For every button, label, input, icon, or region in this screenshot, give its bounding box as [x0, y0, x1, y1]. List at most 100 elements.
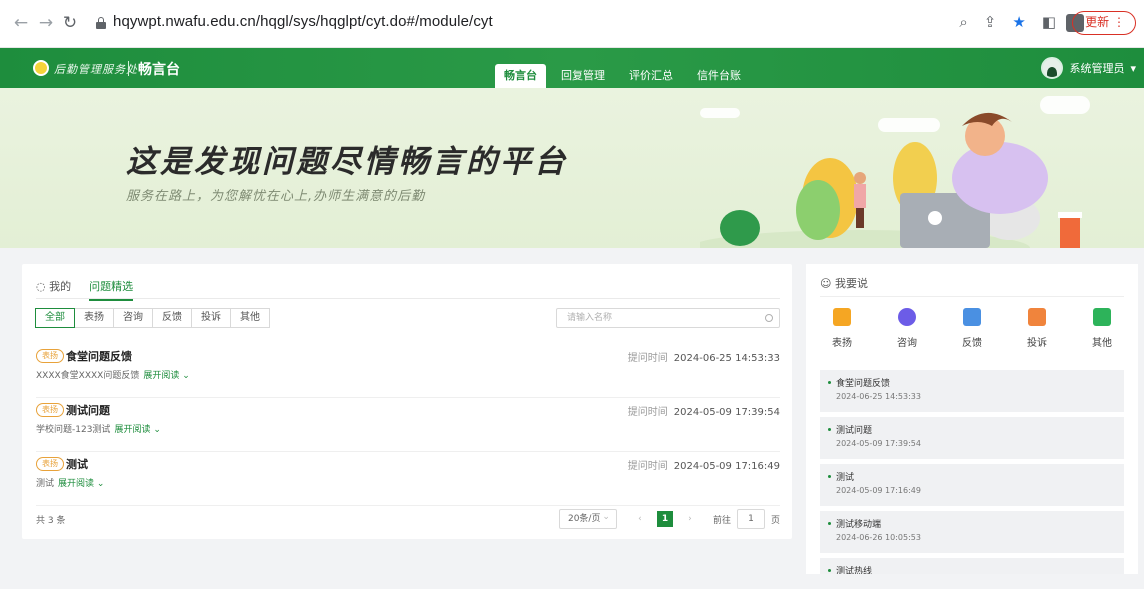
nav-item-evaluation[interactable]: 评价汇总	[620, 64, 682, 88]
avatar	[1041, 57, 1064, 79]
divider	[128, 61, 129, 76]
praise-button[interactable]: 表扬	[820, 308, 864, 349]
total-count: 共 3 条	[36, 516, 66, 526]
bookmark-star-icon[interactable]: ★	[1012, 13, 1025, 31]
list-item[interactable]: 表扬 测试问题 提问时间 2024-05-09 17:39:54 学校问题-123…	[36, 400, 780, 452]
update-button[interactable]: 更新 ⋮	[1072, 11, 1136, 35]
item-time: 提问时间 2024-06-25 14:53:33	[627, 353, 780, 364]
recent-title: 食堂问题反馈	[836, 379, 891, 389]
app-header: 后勤管理服务处 畅言台 畅言台 回复管理 评价汇总 信件台账 系统管理员 ▾	[0, 48, 1144, 88]
nav-item-cyt[interactable]: 畅言台	[495, 64, 546, 88]
recent-date: 2024-05-09 17:16:49	[836, 486, 921, 495]
pagination: 20条/页 ‹ 1 › 前往 1 页	[558, 508, 780, 529]
filter-other[interactable]: 其他	[230, 308, 270, 328]
divider	[820, 296, 1124, 297]
item-time: 提问时间 2024-05-09 17:39:54	[627, 407, 780, 418]
banner-illustration	[700, 112, 1082, 248]
recent-item[interactable]: 测试移动端 2024-06-26 10:05:53	[820, 511, 1124, 553]
banner-subtitle: 服务在路上，为您解忧在心上,办师生满意的后勤	[126, 189, 426, 204]
goto-page-input[interactable]: 1	[736, 509, 765, 529]
item-desc: 测试 展开阅读 ⌄	[36, 479, 105, 489]
nav-item-letters[interactable]: 信件台账	[688, 64, 750, 88]
bullet-icon	[828, 475, 831, 478]
bullet-icon	[828, 569, 831, 572]
side-panel-icon[interactable]: ◧	[1042, 13, 1056, 31]
item-desc: XXXX食堂XXXX问题反馈 展开阅读 ⌄	[36, 371, 190, 381]
bullet-icon	[828, 428, 831, 431]
question-list-panel: ◌ 我的 问题精选 全部 表扬 咨询 反馈 投诉 其他 请输入名称 表扬 食堂问…	[22, 264, 792, 539]
goto-label: 前往	[712, 515, 731, 526]
list-item[interactable]: 表扬 食堂问题反馈 提问时间 2024-06-25 14:53:33 XXXX食堂…	[36, 346, 780, 398]
filter-complaint[interactable]: 投诉	[191, 308, 231, 328]
banner-title: 这是发现问题尽情畅言的平台	[126, 144, 568, 180]
speak-panel: ☺ 我要说 表扬 咨询 反馈 投诉 其他 食堂问题反馈 2024-06-25 1…	[806, 264, 1138, 574]
panel-title: ☺ 我要说	[820, 277, 868, 290]
recent-item[interactable]: 测试热线	[820, 558, 1124, 574]
item-time: 提问时间 2024-05-09 17:16:49	[627, 461, 780, 472]
smile-icon: ☺	[820, 277, 835, 290]
address-bar[interactable]: hqywpt.nwafu.edu.cn/hqgl/sys/hqglpt/cyt.…	[113, 13, 493, 30]
recent-item[interactable]: 测试问题 2024-05-09 17:39:54	[820, 417, 1124, 459]
bullet-icon	[828, 522, 831, 525]
bullet-icon	[828, 381, 831, 384]
recent-date: 2024-06-26 10:05:53	[836, 533, 921, 542]
page-1-button[interactable]: 1	[656, 511, 673, 527]
reload-icon[interactable]: ↻	[59, 12, 81, 34]
filter-all[interactable]: 全部	[35, 308, 75, 328]
category-tag: 表扬	[36, 457, 64, 471]
page-size-select[interactable]: 20条/页	[558, 508, 617, 529]
feedback-button[interactable]: 反馈	[950, 308, 994, 349]
zoom-icon[interactable]: ⌕	[959, 13, 967, 31]
caret-down-icon: ▾	[1130, 61, 1136, 75]
category-tag: 表扬	[36, 403, 64, 417]
filter-feedback[interactable]: 反馈	[152, 308, 192, 328]
recent-title: 测试问题	[836, 426, 873, 436]
expand-link[interactable]: 展开阅读 ⌄	[114, 425, 160, 435]
forward-icon[interactable]: →	[35, 12, 57, 34]
speak-actions: 表扬 咨询 反馈 投诉 其他	[820, 308, 1124, 349]
back-icon[interactable]: ←	[10, 12, 32, 34]
category-filter: 全部 表扬 咨询 反馈 投诉 其他	[35, 308, 270, 328]
complaint-button[interactable]: 投诉	[1015, 308, 1059, 349]
feedback-icon	[963, 308, 981, 326]
consult-button[interactable]: 咨询	[885, 308, 929, 349]
complaint-icon	[1028, 308, 1046, 326]
filter-consult[interactable]: 咨询	[113, 308, 153, 328]
other-button[interactable]: 其他	[1080, 308, 1124, 349]
browser-toolbar: ← → ↻ hqywpt.nwafu.edu.cn/hqgl/sys/hqglp…	[0, 0, 1144, 48]
recent-item[interactable]: 食堂问题反馈 2024-06-25 14:53:33	[820, 370, 1124, 412]
top-nav: 畅言台 回复管理 评价汇总 信件台账	[495, 64, 756, 88]
expand-link[interactable]: 展开阅读 ⌄	[143, 371, 189, 381]
page-unit: 页	[770, 515, 780, 526]
user-name: 系统管理员	[1069, 62, 1125, 75]
org-name: 后勤管理服务处	[54, 63, 138, 76]
user-menu[interactable]: 系统管理员 ▾	[1041, 57, 1136, 79]
recent-title: 测试热线	[836, 567, 873, 574]
recent-item[interactable]: 测试 2024-05-09 17:16:49	[820, 464, 1124, 506]
pagination-bar: 共 3 条 20条/页 ‹ 1 › 前往 1 页	[36, 508, 780, 529]
item-title[interactable]: 食堂问题反馈	[66, 348, 132, 364]
next-page-icon[interactable]: ›	[681, 514, 699, 524]
question-icon	[898, 308, 916, 326]
item-title[interactable]: 测试	[66, 456, 88, 472]
filter-praise[interactable]: 表扬	[74, 308, 114, 328]
nav-item-reply[interactable]: 回复管理	[552, 64, 614, 88]
hero-banner: 这是发现问题尽情畅言的平台 服务在路上，为您解忧在心上,办师生满意的后勤	[0, 88, 1144, 248]
share-icon[interactable]: ⇪	[984, 13, 997, 31]
lock-icon[interactable]	[96, 17, 106, 29]
prev-page-icon[interactable]: ‹	[631, 514, 649, 524]
category-tag: 表扬	[36, 349, 64, 363]
recent-date: 2024-05-09 17:39:54	[836, 439, 921, 448]
logo-icon	[33, 60, 49, 76]
thumbs-up-icon	[833, 308, 851, 326]
recent-title: 测试移动端	[836, 520, 882, 530]
chat-icon: ◌	[36, 280, 50, 293]
expand-link[interactable]: 展开阅读 ⌄	[58, 479, 104, 489]
item-desc: 学校问题-123测试 展开阅读 ⌄	[36, 425, 161, 435]
item-title[interactable]: 测试问题	[66, 402, 110, 418]
app-title: 畅言台	[138, 62, 180, 78]
search-icon[interactable]	[765, 314, 773, 322]
list-item[interactable]: 表扬 测试 提问时间 2024-05-09 17:16:49 测试 展开阅读 ⌄	[36, 454, 780, 506]
search-input[interactable]: 请输入名称	[556, 308, 780, 328]
browser-actions: ⌕ ⇪ ★ ◧	[959, 13, 1056, 31]
